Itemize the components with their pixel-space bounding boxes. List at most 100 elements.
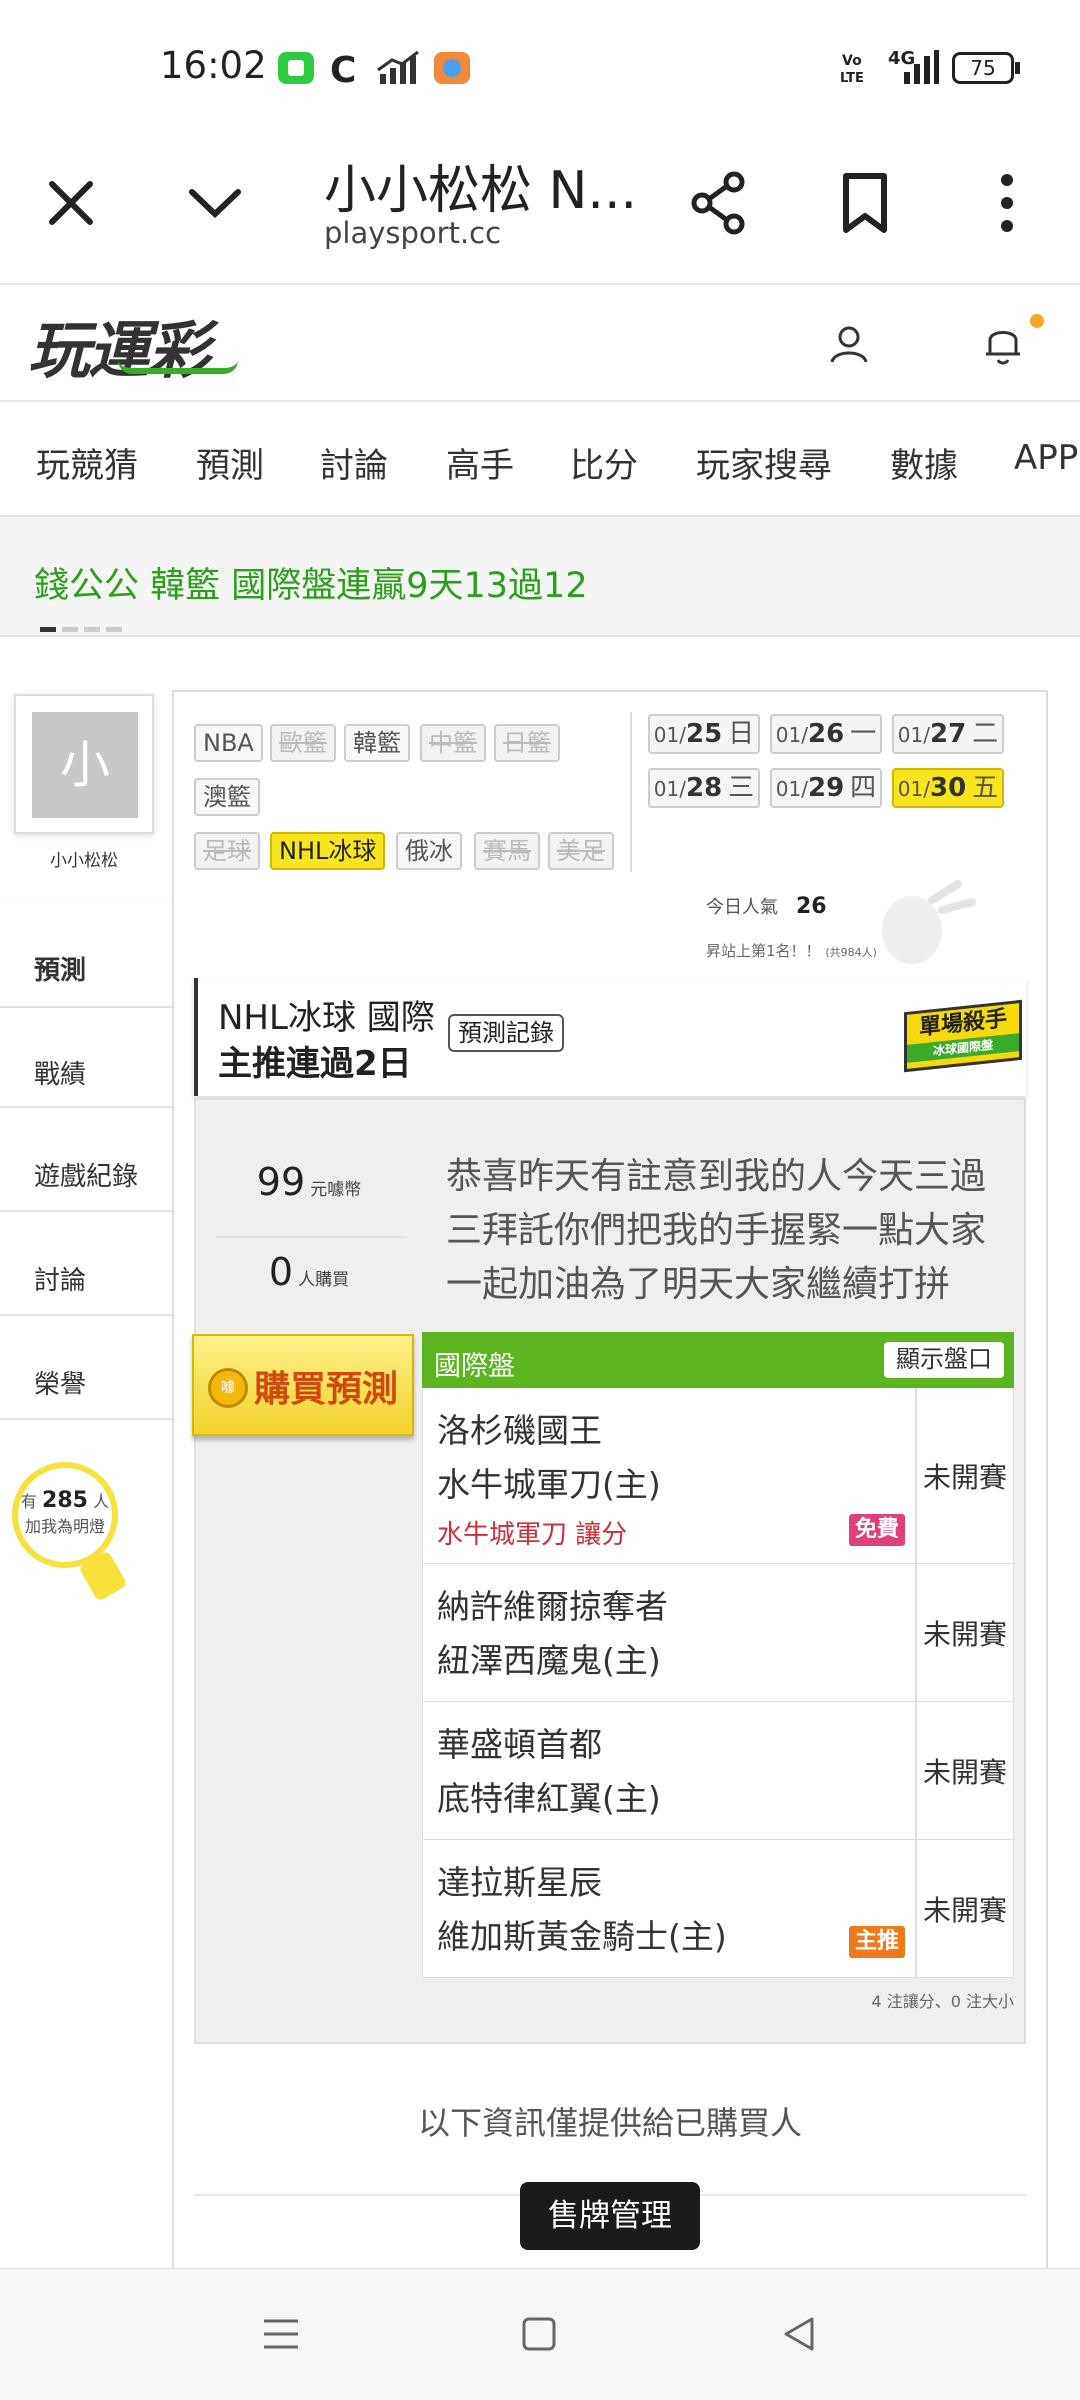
marquee-text: 錢公公 韓籃 國際盤連贏9天13過12	[34, 566, 588, 606]
price: 99 元噱幣	[256, 1160, 362, 1204]
bookmark-icon[interactable]	[830, 168, 900, 238]
page-title: 小小松松 N...	[324, 161, 638, 221]
prediction-record-button[interactable]: 預測記錄	[448, 1014, 564, 1052]
date-button[interactable]: 01/26 一	[770, 714, 882, 754]
lightbulb-icon[interactable]: 有 285 人 加我為明燈	[12, 1462, 118, 1568]
news-marquee[interactable]: 錢公公 韓籃 國際盤連贏9天13過12	[0, 517, 1080, 637]
league-title: NHL冰球 國際	[218, 998, 435, 1038]
back-icon[interactable]	[776, 2311, 822, 2357]
home-team: 紐澤西魔鬼(主)	[437, 1641, 661, 1680]
league-tag: 賽馬	[474, 832, 540, 870]
side-menu-predict[interactable]: 預測	[0, 904, 172, 1006]
table-rows: 洛杉磯國王 水牛城軍刀(主) 水牛城軍刀 讓分 免費 未開賽 納許維爾掠奪者 紐澤西魔鬼(主…	[422, 1388, 1014, 1978]
away-team: 達拉斯星辰	[437, 1863, 602, 1902]
rank-text: 昇站上第1名！！ (共984人)	[706, 942, 877, 960]
user-name: 小小松松	[50, 851, 118, 871]
menu-icon[interactable]	[258, 2311, 304, 2357]
game-status: 未開賽	[915, 1702, 1013, 1839]
home-icon[interactable]	[516, 2311, 562, 2357]
nav-item[interactable]: 數據	[890, 438, 958, 487]
league-tag[interactable]: NBA	[194, 724, 263, 762]
league-tag[interactable]: 澳籃	[194, 778, 260, 816]
close-icon[interactable]	[36, 168, 106, 238]
buyer-only-info: 以下資訊僅提供給已購買人	[417, 2104, 802, 2142]
bell-icon[interactable]	[978, 318, 1028, 368]
show-odds-button[interactable]: 顯示盤口	[884, 1342, 1004, 1378]
sales-management-button[interactable]: 售牌管理	[520, 2182, 700, 2250]
status-bar: 16:02 C Vo LTE 4G 75	[0, 0, 1080, 130]
league-tag: 中籃	[420, 724, 486, 762]
date-button[interactable]: 01/27 二	[892, 714, 1004, 754]
buy-prediction-button[interactable]: 噱 購買預測	[192, 1334, 414, 1436]
page-url[interactable]: playsport.cc	[324, 216, 501, 250]
battery-level: 75	[970, 56, 996, 80]
side-menu-discuss[interactable]: 討論	[0, 1214, 172, 1316]
date-button[interactable]: 01/25 日	[648, 714, 760, 754]
league-tag: 足球	[194, 832, 260, 870]
browser-toolbar: 小小松松 N... playsport.cc	[0, 130, 1080, 285]
nav-item[interactable]: 玩家搜尋	[696, 438, 832, 487]
more-vert-icon[interactable]	[972, 168, 1042, 238]
battery-icon: 75	[952, 52, 1014, 84]
mascot-watermark-icon	[882, 880, 976, 964]
nav-item[interactable]: 高手	[446, 438, 514, 487]
fan-count: 285	[42, 1488, 88, 1513]
league-tag: 美足	[548, 832, 614, 870]
prediction-table: 國際盤 顯示盤口 洛杉磯國王 水牛城軍刀(主) 水牛城軍刀 讓分 免費 未開賽 納許維爾掠…	[422, 1332, 1014, 1978]
bet-summary: 4 注讓分、0 注大小	[871, 1992, 1014, 2011]
league-tag: 日籃	[494, 724, 560, 762]
league-tag[interactable]: 韓籃	[344, 724, 410, 762]
main-nav: 玩競猜 預測 討論 高手 比分 玩家搜尋 數據 APP	[0, 402, 1080, 517]
table-row: 洛杉磯國王水牛城軍刀(主) 水牛城軍刀 讓分 免費 未開賽	[422, 1388, 1014, 1564]
away-team: 華盛頓首都	[437, 1725, 602, 1764]
side-menu-game-log[interactable]: 遊戲紀錄	[0, 1110, 172, 1212]
nav-item[interactable]: 玩競猜	[36, 438, 138, 487]
game-status: 未開賽	[915, 1388, 1013, 1563]
prediction-header: NHL冰球 國際 主推連過2日 預測記錄 單場殺手 冰球國際盤	[194, 978, 1026, 1096]
away-team: 洛杉磯國王	[437, 1411, 602, 1450]
app-notification-icon	[278, 52, 314, 84]
home-team: 底特律紅翼(主)	[437, 1779, 661, 1818]
user-icon[interactable]	[826, 322, 872, 368]
home-team: 水牛城軍刀(主)	[437, 1465, 661, 1504]
side-menu-record[interactable]: 戰績	[0, 1006, 172, 1108]
side-menu-honor[interactable]: 榮譽	[0, 1318, 172, 1420]
author-message: 恭喜昨天有註意到我的人今天三過三拜託你們把我的手握緊一點大家一起加油為了明天大家…	[446, 1156, 987, 1305]
popularity: 今日人氣 26	[706, 894, 827, 919]
nav-item[interactable]: 比分	[570, 438, 638, 487]
date-button[interactable]: 01/29 四	[770, 768, 882, 808]
killer-badge: 單場殺手 冰球國際盤	[904, 999, 1022, 1073]
notification-dot	[1030, 314, 1044, 328]
pick-text: 水牛城軍刀 讓分	[437, 1520, 628, 1550]
streak-title: 主推連過2日	[218, 1044, 412, 1084]
divider	[216, 1236, 406, 1238]
divider	[630, 712, 632, 872]
date-button[interactable]: 01/28 三	[648, 768, 760, 808]
site-logo[interactable]: 玩運彩	[28, 300, 238, 390]
game-app-icon	[434, 52, 470, 84]
free-chip: 免費	[849, 1514, 906, 1546]
svg-text:Vo: Vo	[842, 53, 862, 69]
nav-item[interactable]: APP	[1014, 438, 1078, 478]
nav-item[interactable]: 預測	[196, 438, 264, 487]
coin-icon: 噱	[208, 1368, 248, 1408]
main-pick-chip: 主推	[849, 1926, 906, 1958]
share-icon[interactable]	[684, 168, 754, 238]
nav-item[interactable]: 討論	[320, 438, 388, 487]
stocks-icon	[377, 50, 419, 84]
popularity-value: 26	[796, 894, 827, 919]
avatar[interactable]: 小	[14, 694, 154, 834]
buyer-count: 0 人購買	[268, 1250, 350, 1294]
c-app-icon: C	[330, 50, 356, 86]
marquee-pager	[40, 617, 128, 636]
site-header: 玩運彩	[0, 286, 1080, 402]
game-status: 未開賽	[915, 1564, 1013, 1701]
clock: 16:02	[160, 44, 267, 87]
date-button[interactable]: 01/30 五	[892, 768, 1004, 808]
svg-text:LTE: LTE	[840, 71, 864, 86]
league-tag[interactable]: NHL冰球	[270, 832, 386, 870]
table-row: 達拉斯星辰 維加斯黃金騎士(主) 主推 未開賽	[422, 1840, 1014, 1978]
league-tag[interactable]: 俄冰	[396, 832, 462, 870]
home-team: 維加斯黃金騎士(主)	[437, 1917, 727, 1956]
chevron-down-icon[interactable]	[180, 168, 250, 238]
